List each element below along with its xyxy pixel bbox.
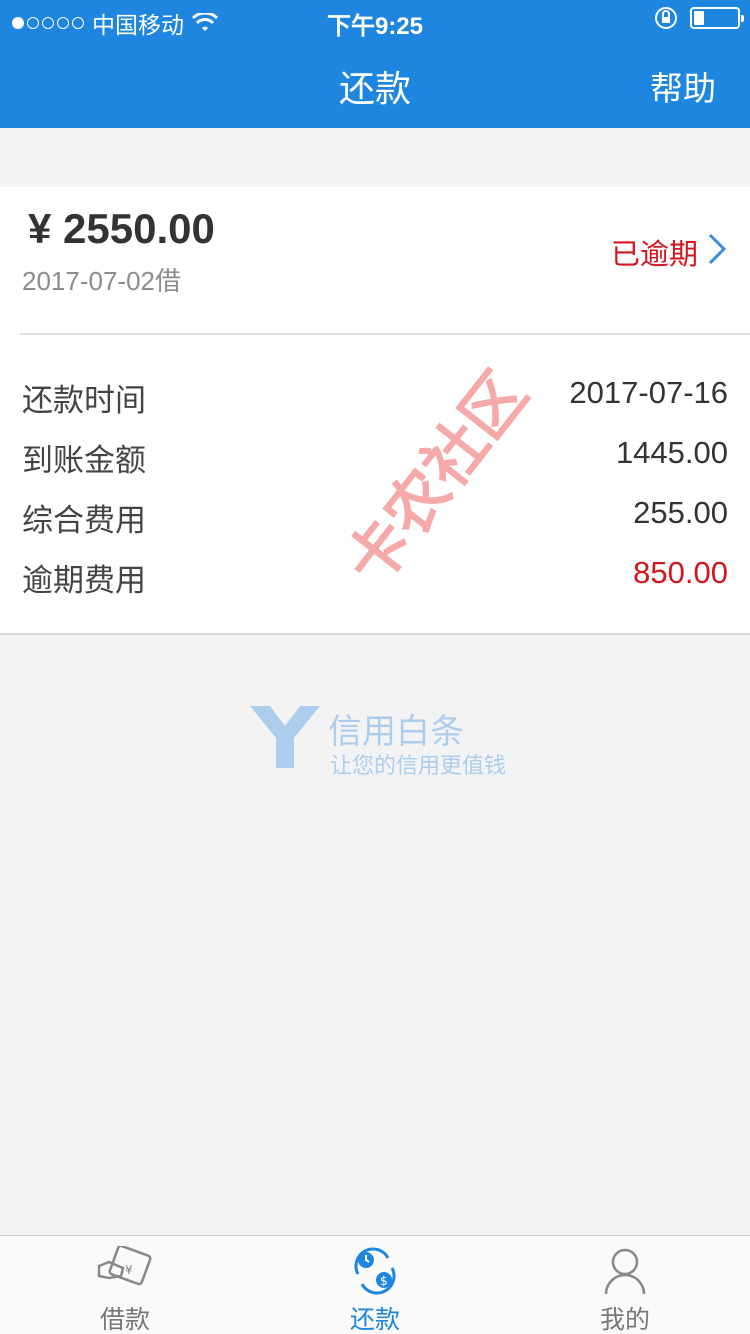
tab-bar: ¥ 借款 $ 还款 我的 bbox=[0, 1235, 750, 1334]
help-button[interactable]: 帮助 bbox=[650, 62, 716, 110]
detail-value-overdue: 850.00 bbox=[633, 555, 728, 590]
svg-text:¥: ¥ bbox=[125, 1263, 133, 1277]
watermark-slogan: 让您的信用更值钱 bbox=[330, 753, 507, 778]
user-icon bbox=[604, 1248, 646, 1295]
detail-row-repay-time: 还款时间 2017-07-16 bbox=[22, 375, 728, 418]
divider bbox=[20, 333, 750, 335]
tab-repay[interactable]: $ 还款 bbox=[250, 1236, 500, 1334]
status-bar: 中国移动 下午9:25 bbox=[0, 0, 750, 40]
status-badge: 已逾期 bbox=[610, 239, 698, 271]
svg-text:$: $ bbox=[380, 1274, 388, 1288]
detail-label: 还款时间 bbox=[22, 383, 146, 418]
detail-value: 1445.00 bbox=[615, 435, 728, 470]
loan-amount: ¥ 2550.00 bbox=[28, 205, 215, 252]
status-time: 下午9:25 bbox=[326, 13, 424, 40]
detail-value: 255.00 bbox=[633, 495, 728, 530]
repay-cycle-icon: $ bbox=[354, 1247, 396, 1295]
detail-row-received-amount: 到账金额 1445.00 bbox=[22, 435, 728, 478]
brand-watermark: 信用白条 让您的信用更值钱 bbox=[248, 700, 508, 790]
detail-label: 到账金额 bbox=[22, 443, 146, 478]
borrow-date: 2017-07-02借 bbox=[22, 266, 181, 296]
battery-icon bbox=[690, 7, 744, 29]
tab-label: 还款 bbox=[349, 1306, 400, 1334]
detail-label: 逾期费用 bbox=[22, 563, 146, 598]
tab-mine[interactable]: 我的 bbox=[500, 1236, 750, 1334]
tab-label: 借款 bbox=[99, 1306, 150, 1334]
borrow-card-icon: ¥ bbox=[97, 1246, 152, 1286]
chevron-right-icon[interactable] bbox=[706, 231, 728, 267]
detail-value: 2017-07-16 bbox=[569, 375, 728, 410]
app-header: 中国移动 下午9:25 还款 帮助 bbox=[0, 0, 750, 128]
rotation-lock-icon bbox=[655, 7, 677, 29]
detail-label: 综合费用 bbox=[22, 503, 146, 538]
watermark-brand: 信用白条 bbox=[328, 713, 464, 751]
tab-borrow[interactable]: ¥ 借款 bbox=[0, 1236, 250, 1334]
tab-label: 我的 bbox=[599, 1306, 650, 1334]
page-title: 还款 bbox=[338, 68, 411, 109]
brand-logo-icon bbox=[250, 706, 320, 768]
